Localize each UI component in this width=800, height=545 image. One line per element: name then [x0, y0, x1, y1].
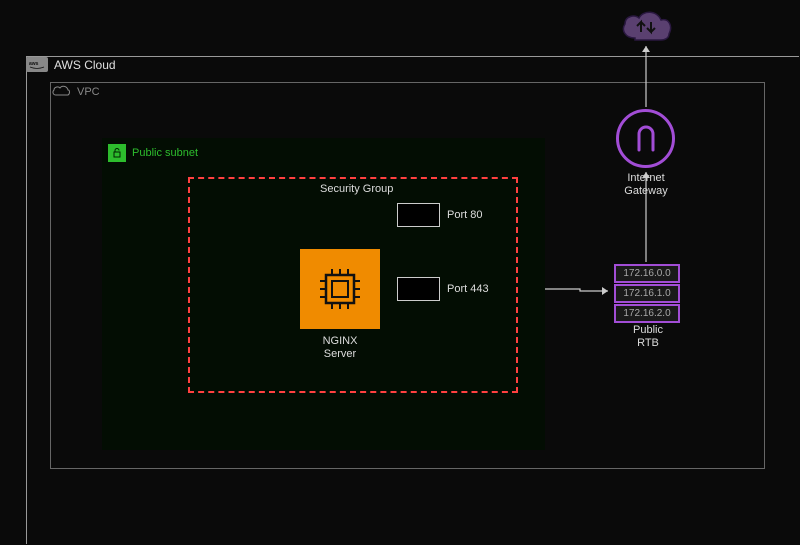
connector-lines — [0, 0, 800, 545]
